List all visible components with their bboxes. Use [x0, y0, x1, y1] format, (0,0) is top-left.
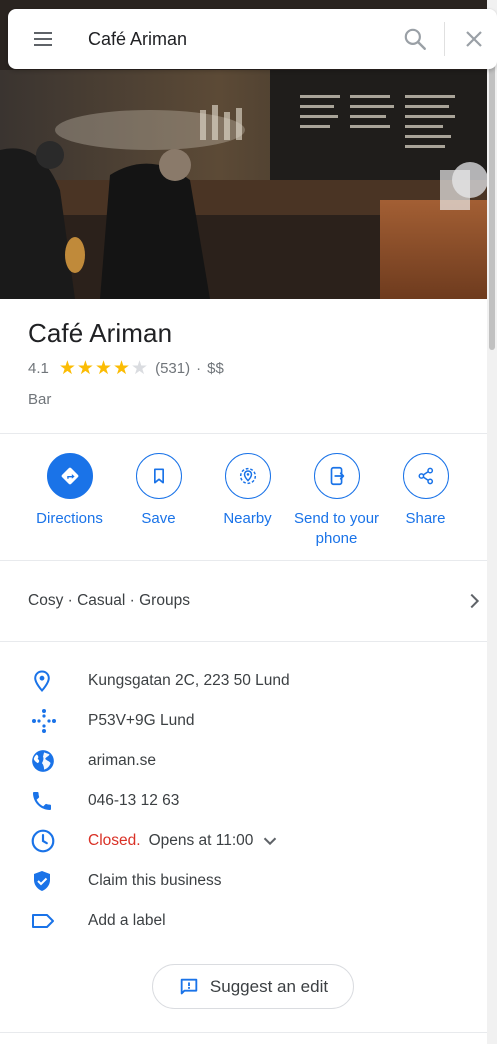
- save-circle: [135, 453, 182, 499]
- add-label-text: Add a label: [88, 912, 166, 929]
- star-empty-icon: ★: [131, 358, 149, 379]
- scrollbar-thumb[interactable]: [489, 60, 495, 350]
- nearby-label: Nearby: [223, 510, 272, 527]
- share-label: Share: [405, 510, 446, 527]
- chevron-right-icon: [463, 590, 487, 612]
- scrollbar[interactable]: [487, 0, 497, 1044]
- hours-status: Closed.: [88, 832, 141, 849]
- action-buttons: Directions Save Nearby Send to your phon…: [25, 453, 470, 549]
- rating-row: 4.1 ★ ★ ★ ★ ★ (531) · $$: [28, 359, 468, 378]
- nearby-circle: [224, 453, 271, 499]
- address-row[interactable]: Kungsgatan 2C, 223 50 Lund: [0, 661, 487, 701]
- plus-code-icon: [0, 707, 88, 735]
- clock-icon: [0, 828, 88, 854]
- save-label: Save: [141, 510, 176, 527]
- star-icon: ★: [113, 358, 131, 379]
- search-divider: [444, 22, 445, 56]
- divider: [0, 433, 487, 434]
- nearby-icon: [239, 467, 256, 485]
- chevron-down-icon[interactable]: [259, 830, 281, 852]
- phone-number: 046-13 12 63: [88, 792, 180, 809]
- send-to-phone-icon: [330, 466, 344, 486]
- directions-circle: [46, 453, 93, 499]
- rating-value: 4.1: [28, 360, 49, 377]
- place-header: Café Ariman 4.1 ★ ★ ★ ★ ★ (531) · $$ Bar: [28, 318, 468, 408]
- divider: [0, 560, 487, 561]
- location-pin-icon: [0, 669, 88, 693]
- search-icon: [404, 28, 426, 50]
- phone-icon: [0, 789, 88, 813]
- attributes-row[interactable]: Cosy · Casual · Groups: [0, 562, 487, 640]
- directions-icon: [61, 467, 78, 485]
- claim-business-row[interactable]: Claim this business: [0, 861, 487, 901]
- hours-next-open: Opens at 11:00: [148, 832, 254, 849]
- globe-icon: [0, 748, 88, 774]
- nearby-button[interactable]: Nearby: [203, 453, 292, 549]
- divider: [0, 1032, 487, 1033]
- directions-label: Directions: [36, 510, 103, 527]
- plus-code-row[interactable]: P53V+9G Lund: [0, 701, 487, 741]
- share-icon: [418, 467, 433, 485]
- directions-button[interactable]: Directions: [25, 453, 114, 549]
- dot-separator: ·: [196, 360, 202, 377]
- phone-row[interactable]: 046-13 12 63: [0, 781, 487, 821]
- hours-text: Closed. Opens at 11:00: [88, 830, 281, 852]
- bookmark-icon: [153, 468, 164, 484]
- search-bar: Café Ariman: [8, 9, 497, 69]
- share-circle: [402, 453, 449, 499]
- rating-stars[interactable]: ★ ★ ★ ★ ★: [59, 359, 149, 378]
- send-to-phone-label: Send to your phone: [293, 510, 380, 547]
- website-link: ariman.se: [88, 752, 157, 769]
- place-title: Café Ariman: [28, 318, 173, 348]
- save-button[interactable]: Save: [114, 453, 203, 549]
- hours-row[interactable]: Closed. Opens at 11:00: [0, 821, 487, 861]
- add-label-row[interactable]: Add a label: [0, 901, 487, 941]
- search-input[interactable]: Café Ariman: [78, 29, 392, 50]
- attributes-text: Cosy · Casual · Groups: [28, 592, 190, 609]
- review-count[interactable]: (531): [155, 360, 190, 377]
- claim-business-text: Claim this business: [88, 872, 222, 889]
- share-button[interactable]: Share: [381, 453, 470, 549]
- verified-shield-icon: [0, 869, 88, 893]
- place-category[interactable]: Bar: [28, 391, 468, 408]
- star-icon: ★: [76, 358, 94, 379]
- star-icon: ★: [58, 358, 76, 379]
- close-search-button[interactable]: [451, 9, 497, 69]
- star-icon: ★: [94, 358, 112, 379]
- label-icon: [0, 909, 88, 933]
- hamburger-menu-icon: [34, 32, 52, 46]
- search-button[interactable]: [392, 9, 438, 69]
- menu-button[interactable]: [8, 9, 78, 69]
- close-icon: [466, 31, 482, 47]
- send-to-phone-button[interactable]: Send to your phone: [292, 453, 381, 549]
- price-level: $$: [207, 360, 224, 377]
- plus-code-text: P53V+9G Lund: [88, 712, 195, 729]
- send-to-phone-circle: [313, 453, 360, 499]
- address-text: Kungsgatan 2C, 223 50 Lund: [88, 672, 290, 689]
- details-list: Kungsgatan 2C, 223 50 Lund P53V+9G Lund: [0, 661, 487, 941]
- website-row[interactable]: ariman.se: [0, 741, 487, 781]
- divider: [0, 641, 487, 642]
- feedback-icon: [180, 978, 198, 994]
- suggest-edit-label: Suggest an edit: [209, 976, 329, 996]
- suggest-edit-button[interactable]: Suggest an edit: [152, 964, 354, 1009]
